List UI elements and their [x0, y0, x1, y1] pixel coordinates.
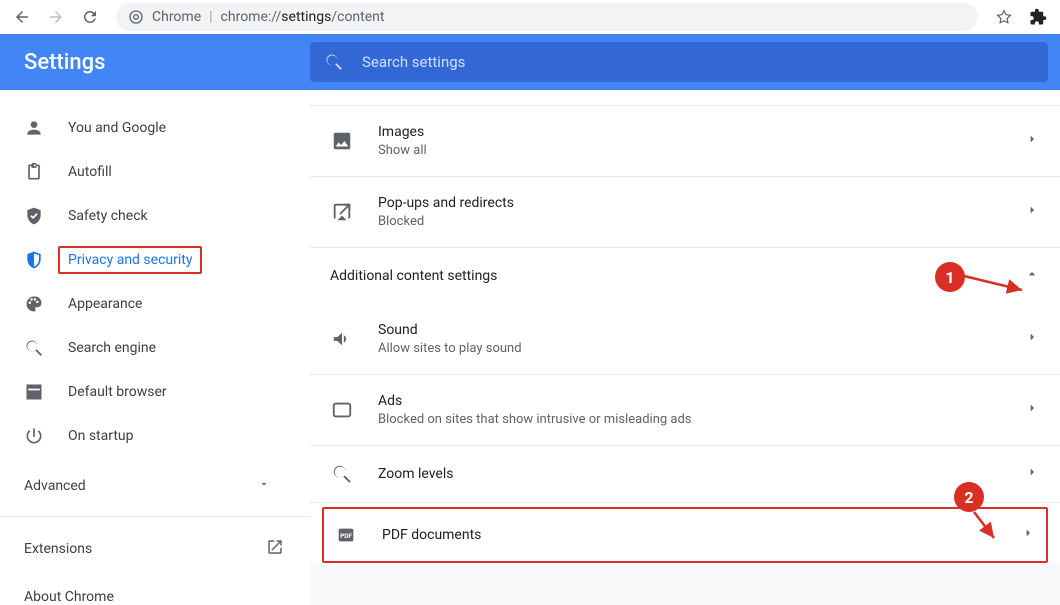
palette-icon [24, 294, 44, 314]
chrome-icon [128, 9, 144, 25]
address-url: chrome://settings/content [221, 9, 385, 25]
row-title: Images [378, 122, 427, 142]
sidebar: You and Google Autofill Safety check Pri… [0, 90, 310, 605]
annotation-badge-2: 2 [954, 482, 984, 512]
browser-icon [24, 382, 44, 402]
browser-toolbar: Chrome | chrome://settings/content [0, 0, 1060, 34]
search-icon [324, 52, 344, 72]
sidebar-item-label: Default browser [68, 384, 167, 400]
reload-button[interactable] [76, 3, 104, 31]
sidebar-item-safety-check[interactable]: Safety check [0, 194, 310, 238]
advanced-label: Advanced [24, 478, 86, 494]
sidebar-extensions[interactable]: Extensions [0, 525, 310, 573]
sidebar-separator [0, 516, 310, 517]
sidebar-item-on-startup[interactable]: On startup [0, 414, 310, 458]
bookmark-button[interactable] [990, 3, 1018, 31]
settings-header: Settings [0, 34, 1060, 90]
sidebar-item-label: Autofill [68, 164, 112, 180]
search-icon [24, 338, 44, 358]
star-icon [995, 8, 1013, 26]
row-images[interactable]: Images Show all [310, 106, 1060, 177]
row-ads[interactable]: Ads Blocked on sites that show intrusive… [310, 375, 1060, 446]
sidebar-advanced-toggle[interactable]: Advanced [0, 464, 310, 508]
extensions-button[interactable] [1024, 3, 1052, 31]
svg-text:PDF: PDF [340, 532, 352, 540]
chevron-right-icon [1024, 202, 1040, 222]
clipboard-icon [24, 162, 44, 182]
image-icon [330, 129, 354, 153]
chevron-right-icon [1024, 464, 1040, 484]
annotation-arrow-1 [962, 272, 1032, 298]
sidebar-item-label: Safety check [68, 208, 148, 224]
annotation-arrow-2 [970, 508, 1010, 548]
forward-button[interactable] [42, 3, 70, 31]
puzzle-icon [1029, 8, 1047, 26]
sidebar-item-label: Search engine [68, 340, 156, 356]
chevron-right-icon [1024, 329, 1040, 349]
content-area: Images Show all Pop-ups and redirects Bl… [310, 90, 1060, 605]
chevron-right-icon [1024, 131, 1040, 151]
sidebar-item-appearance[interactable]: Appearance [0, 282, 310, 326]
sidebar-item-label: You and Google [68, 120, 166, 136]
row-title: PDF documents [382, 525, 481, 545]
row-sound[interactable]: Sound Allow sites to play sound [310, 304, 1060, 375]
sidebar-about-chrome[interactable]: About Chrome [0, 573, 310, 605]
sidebar-item-search-engine[interactable]: Search engine [0, 326, 310, 370]
address-app-label: Chrome [152, 9, 201, 25]
row-pdf-documents[interactable]: PDF PDF documents [322, 507, 1048, 563]
ads-icon [330, 398, 354, 422]
popup-icon [330, 200, 354, 224]
row-zoom-levels[interactable]: Zoom levels [310, 446, 1060, 503]
row-subtitle: Show all [378, 142, 427, 160]
chevron-right-icon [1020, 525, 1036, 545]
sound-icon [330, 327, 354, 351]
partial-row-above [310, 90, 1060, 106]
row-subtitle: Blocked on sites that show intrusive or … [378, 411, 692, 429]
sidebar-item-label: Privacy and security [58, 246, 202, 274]
person-icon [24, 118, 44, 138]
arrow-left-icon [13, 8, 31, 26]
settings-search-input[interactable] [362, 53, 1034, 71]
power-icon [24, 426, 44, 446]
row-subtitle: Allow sites to play sound [378, 340, 522, 358]
arrow-right-icon [47, 8, 65, 26]
row-title: Pop-ups and redirects [378, 193, 514, 213]
sidebar-item-autofill[interactable]: Autofill [0, 150, 310, 194]
reload-icon [81, 8, 99, 26]
row-popups[interactable]: Pop-ups and redirects Blocked [310, 177, 1060, 248]
sidebar-item-privacy-security[interactable]: Privacy and security [0, 238, 310, 282]
row-title: Ads [378, 391, 692, 411]
sidebar-item-label: Appearance [68, 296, 142, 312]
settings-title: Settings [0, 50, 310, 75]
open-external-icon [266, 538, 284, 560]
sidebar-item-default-browser[interactable]: Default browser [0, 370, 310, 414]
sidebar-item-you-and-google[interactable]: You and Google [0, 106, 310, 150]
back-button[interactable] [8, 3, 36, 31]
address-bar[interactable]: Chrome | chrome://settings/content [116, 3, 978, 31]
about-label: About Chrome [24, 589, 114, 605]
extensions-label: Extensions [24, 541, 92, 557]
caret-down-icon [258, 478, 270, 494]
section-title: Additional content settings [330, 268, 497, 284]
sidebar-item-label: On startup [68, 428, 134, 444]
address-divider: | [209, 9, 212, 25]
pdf-icon: PDF [334, 523, 358, 547]
shield-icon [24, 250, 44, 270]
chevron-right-icon [1024, 400, 1040, 420]
zoom-icon [330, 462, 354, 486]
settings-search[interactable] [310, 42, 1048, 82]
row-title: Zoom levels [378, 464, 453, 484]
row-subtitle: Blocked [378, 213, 514, 231]
row-title: Sound [378, 320, 522, 340]
shield-check-icon [24, 206, 44, 226]
annotation-badge-1: 1 [935, 262, 965, 292]
